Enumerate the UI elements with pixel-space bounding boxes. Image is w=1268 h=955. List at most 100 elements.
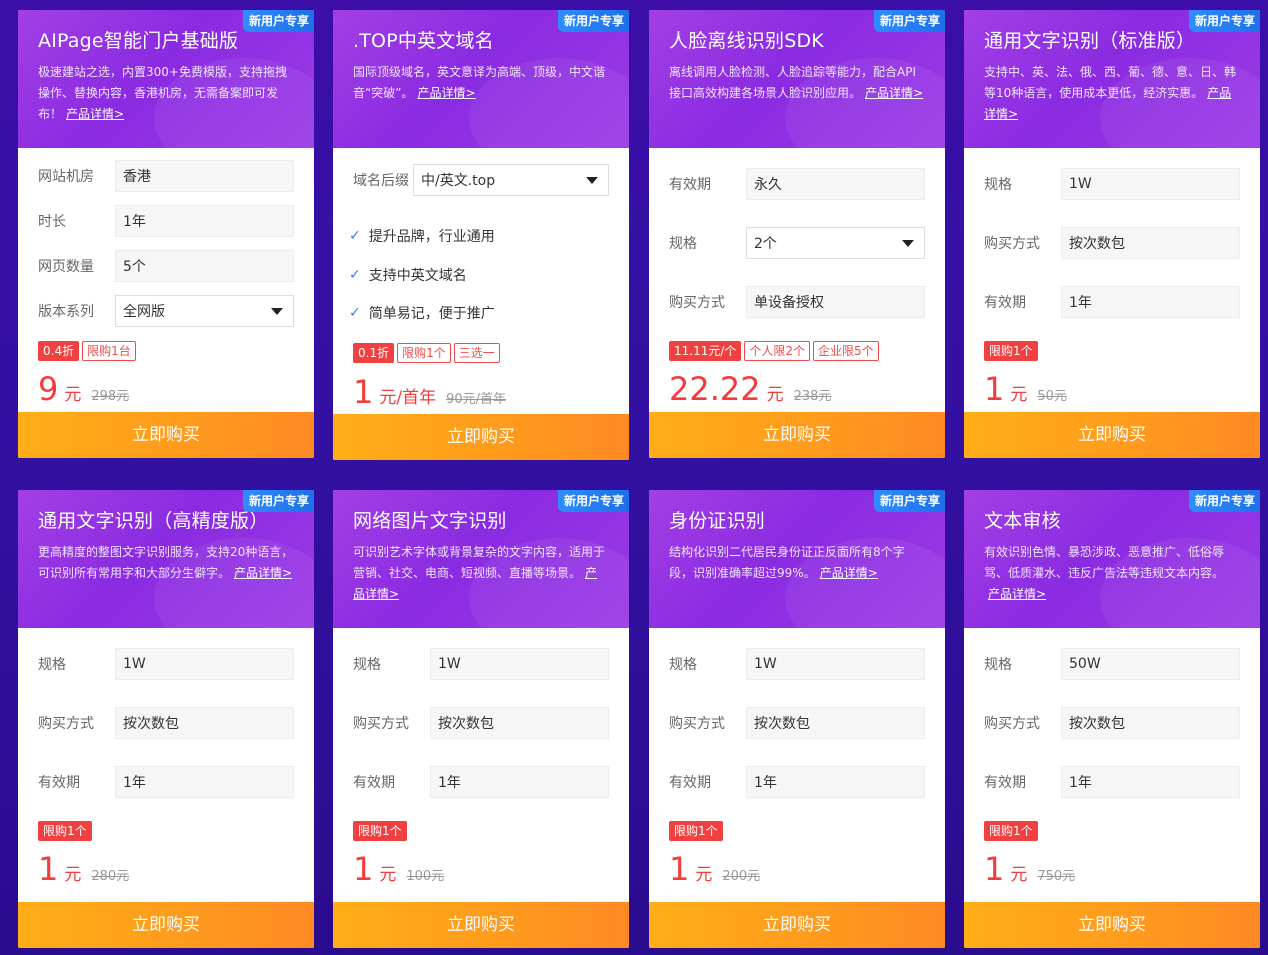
buy-now-button[interactable]: 立即购买 <box>333 902 629 948</box>
chevron-down-icon <box>586 177 598 184</box>
buy-now-button[interactable]: 立即购买 <box>18 902 314 948</box>
product-detail-link[interactable]: 产品详情> <box>820 566 878 580</box>
purchase-method-field[interactable]: 按次数包 <box>746 707 925 739</box>
field-label: 购买方式 <box>669 295 725 311</box>
original-price: 238元 <box>793 389 832 404</box>
buy-now-button[interactable]: 立即购买 <box>333 414 629 460</box>
field-row: 有效期 1年 <box>984 286 1240 318</box>
product-card-ocr-accurate: 新用户专享 通用文字识别（高精度版） 更高精度的整图文字识别服务，支持20种语言… <box>18 490 314 948</box>
field-row: 规格 50W <box>984 648 1240 680</box>
card-description: 支持中、英、法、俄、西、葡、德、意、日、韩等10种语言，使用成本更低，经济实惠。… <box>984 65 1237 121</box>
edition-select[interactable]: 全网版 <box>115 295 294 327</box>
card-body: 规格 50W 购买方式 按次数包 有效期 1年 限购1个 1 元 750元 立即… <box>964 628 1260 948</box>
feature-item: ✓ 支持中英文域名 <box>349 267 467 284</box>
field-row: 域名后缀 中/英文.top <box>353 164 609 196</box>
field-row: 规格 1W <box>984 168 1240 200</box>
original-price: 50元 <box>1037 389 1067 404</box>
domain-suffix-select[interactable]: 中/英文.top <box>413 164 609 196</box>
buy-now-button[interactable]: 立即购买 <box>649 902 945 948</box>
promo-tags: 限购1个 <box>353 821 407 841</box>
buy-now-button[interactable]: 立即购买 <box>964 412 1260 458</box>
price-unit: 元 <box>766 385 784 405</box>
promo-tags: 限购1个 <box>38 821 92 841</box>
spec-field[interactable]: 1W <box>746 648 925 680</box>
field-label: 规格 <box>669 236 697 252</box>
field-row: 购买方式 按次数包 <box>669 707 925 739</box>
limit-tag: 限购1个 <box>397 343 451 363</box>
buy-now-button[interactable]: 立即购买 <box>964 902 1260 948</box>
spec-field[interactable]: 1W <box>1061 168 1240 200</box>
product-card-aipage: 新用户专享 AIPage智能门户基础版 极速建站之选，内置300+免费模版，支持… <box>18 10 314 458</box>
validity-field[interactable]: 1年 <box>430 766 609 798</box>
field-row: 购买方式 按次数包 <box>38 707 294 739</box>
new-user-badge: 新用户专享 <box>242 490 314 512</box>
product-card-text-moderation: 新用户专享 文本审核 有效识别色情、暴恐涉政、恶意推广、低俗辱骂、低质灌水、违反… <box>964 490 1260 948</box>
field-row: 网站机房 香港 <box>38 160 294 192</box>
promo-tags: 0.1折 限购1个 三选一 <box>353 343 500 363</box>
buy-now-button[interactable]: 立即购买 <box>18 412 314 458</box>
purchase-method-field[interactable]: 按次数包 <box>115 707 294 739</box>
field-label: 时长 <box>38 214 66 230</box>
field-row: 购买方式 按次数包 <box>353 707 609 739</box>
validity-field[interactable]: 1年 <box>1061 766 1240 798</box>
field-label: 规格 <box>669 657 697 673</box>
field-label: 购买方式 <box>984 236 1040 252</box>
validity-field[interactable]: 永久 <box>746 168 925 200</box>
limit-tag: 个人限2个 <box>744 341 811 361</box>
price-line: 1 元 50元 <box>984 373 1067 405</box>
field-label: 有效期 <box>984 295 1026 311</box>
product-detail-link[interactable]: 产品详情> <box>66 107 124 121</box>
price-line: 1 元/首年 90元/首年 <box>353 376 506 408</box>
datacenter-field[interactable]: 香港 <box>115 160 294 192</box>
card-description: 国际顶级域名，英文意译为高端、顶级，中文谐音“突破”。 产品详情> <box>353 65 606 100</box>
field-row: 购买方式 单设备授权 <box>669 286 925 318</box>
card-header: 新用户专享 .TOP中英文域名 国际顶级域名，英文意译为高端、顶级，中文谐音“突… <box>333 10 629 148</box>
purchase-method-field[interactable]: 按次数包 <box>1061 707 1240 739</box>
price-unit: 元 <box>379 865 397 885</box>
product-card-face-sdk: 新用户专享 人脸离线识别SDK 离线调用人脸检测、人脸追踪等能力，配合API接口… <box>649 10 945 458</box>
limit-tag: 限购1个 <box>669 821 723 841</box>
promo-tags: 0.4折 限购1台 <box>38 341 136 361</box>
product-detail-link[interactable]: 产品详情> <box>988 587 1046 601</box>
promo-tags: 限购1个 <box>669 821 723 841</box>
card-header: 新用户专享 AIPage智能门户基础版 极速建站之选，内置300+免费模版，支持… <box>18 10 314 148</box>
original-price: 90元/首年 <box>446 392 507 407</box>
field-label: 规格 <box>353 657 381 673</box>
new-user-badge: 新用户专享 <box>242 10 314 32</box>
card-body: 规格 1W 购买方式 按次数包 有效期 1年 限购1个 1 元 200元 立即购… <box>649 628 945 948</box>
field-row: 有效期 1年 <box>38 766 294 798</box>
check-icon: ✓ <box>349 228 361 244</box>
purchase-method-field[interactable]: 按次数包 <box>430 707 609 739</box>
purchase-method-field[interactable]: 单设备授权 <box>746 286 925 318</box>
check-icon: ✓ <box>349 305 361 321</box>
buy-now-button[interactable]: 立即购买 <box>649 412 945 458</box>
spec-select[interactable]: 2个 <box>746 227 925 259</box>
spec-field[interactable]: 1W <box>430 648 609 680</box>
product-detail-link[interactable]: 产品详情> <box>865 86 923 100</box>
price: 1 <box>353 373 374 411</box>
spec-field[interactable]: 1W <box>115 648 294 680</box>
card-body: 规格 1W 购买方式 按次数包 有效期 1年 限购1个 1 元 280元 立即购… <box>18 628 314 948</box>
check-icon: ✓ <box>349 267 361 283</box>
card-body: 网站机房 香港 时长 1年 网页数量 5个 版本系列 全网版 0.4折 限购1台… <box>18 148 314 458</box>
purchase-method-field[interactable]: 按次数包 <box>1061 227 1240 259</box>
price-line: 1 元 280元 <box>38 853 129 885</box>
card-header: 新用户专享 通用文字识别（标准版） 支持中、英、法、俄、西、葡、德、意、日、韩等… <box>964 10 1260 148</box>
duration-field[interactable]: 1年 <box>115 205 294 237</box>
field-label: 有效期 <box>984 775 1026 791</box>
card-body: 有效期 永久 规格 2个 购买方式 单设备授权 11.11元/个 个人限2个 企… <box>649 148 945 458</box>
page-count-field[interactable]: 5个 <box>115 250 294 282</box>
product-detail-link[interactable]: 产品详情> <box>234 566 292 580</box>
price: 9 <box>38 370 59 408</box>
limit-tag: 限购1个 <box>984 341 1038 361</box>
field-label: 购买方式 <box>38 716 94 732</box>
spec-field[interactable]: 50W <box>1061 648 1240 680</box>
validity-field[interactable]: 1年 <box>115 766 294 798</box>
field-label: 购买方式 <box>353 716 409 732</box>
validity-field[interactable]: 1年 <box>746 766 925 798</box>
new-user-badge: 新用户专享 <box>1188 490 1260 512</box>
validity-field[interactable]: 1年 <box>1061 286 1240 318</box>
original-price: 750元 <box>1037 869 1076 884</box>
product-detail-link[interactable]: 产品详情> <box>417 86 475 100</box>
limit-tag: 限购1个 <box>38 821 92 841</box>
